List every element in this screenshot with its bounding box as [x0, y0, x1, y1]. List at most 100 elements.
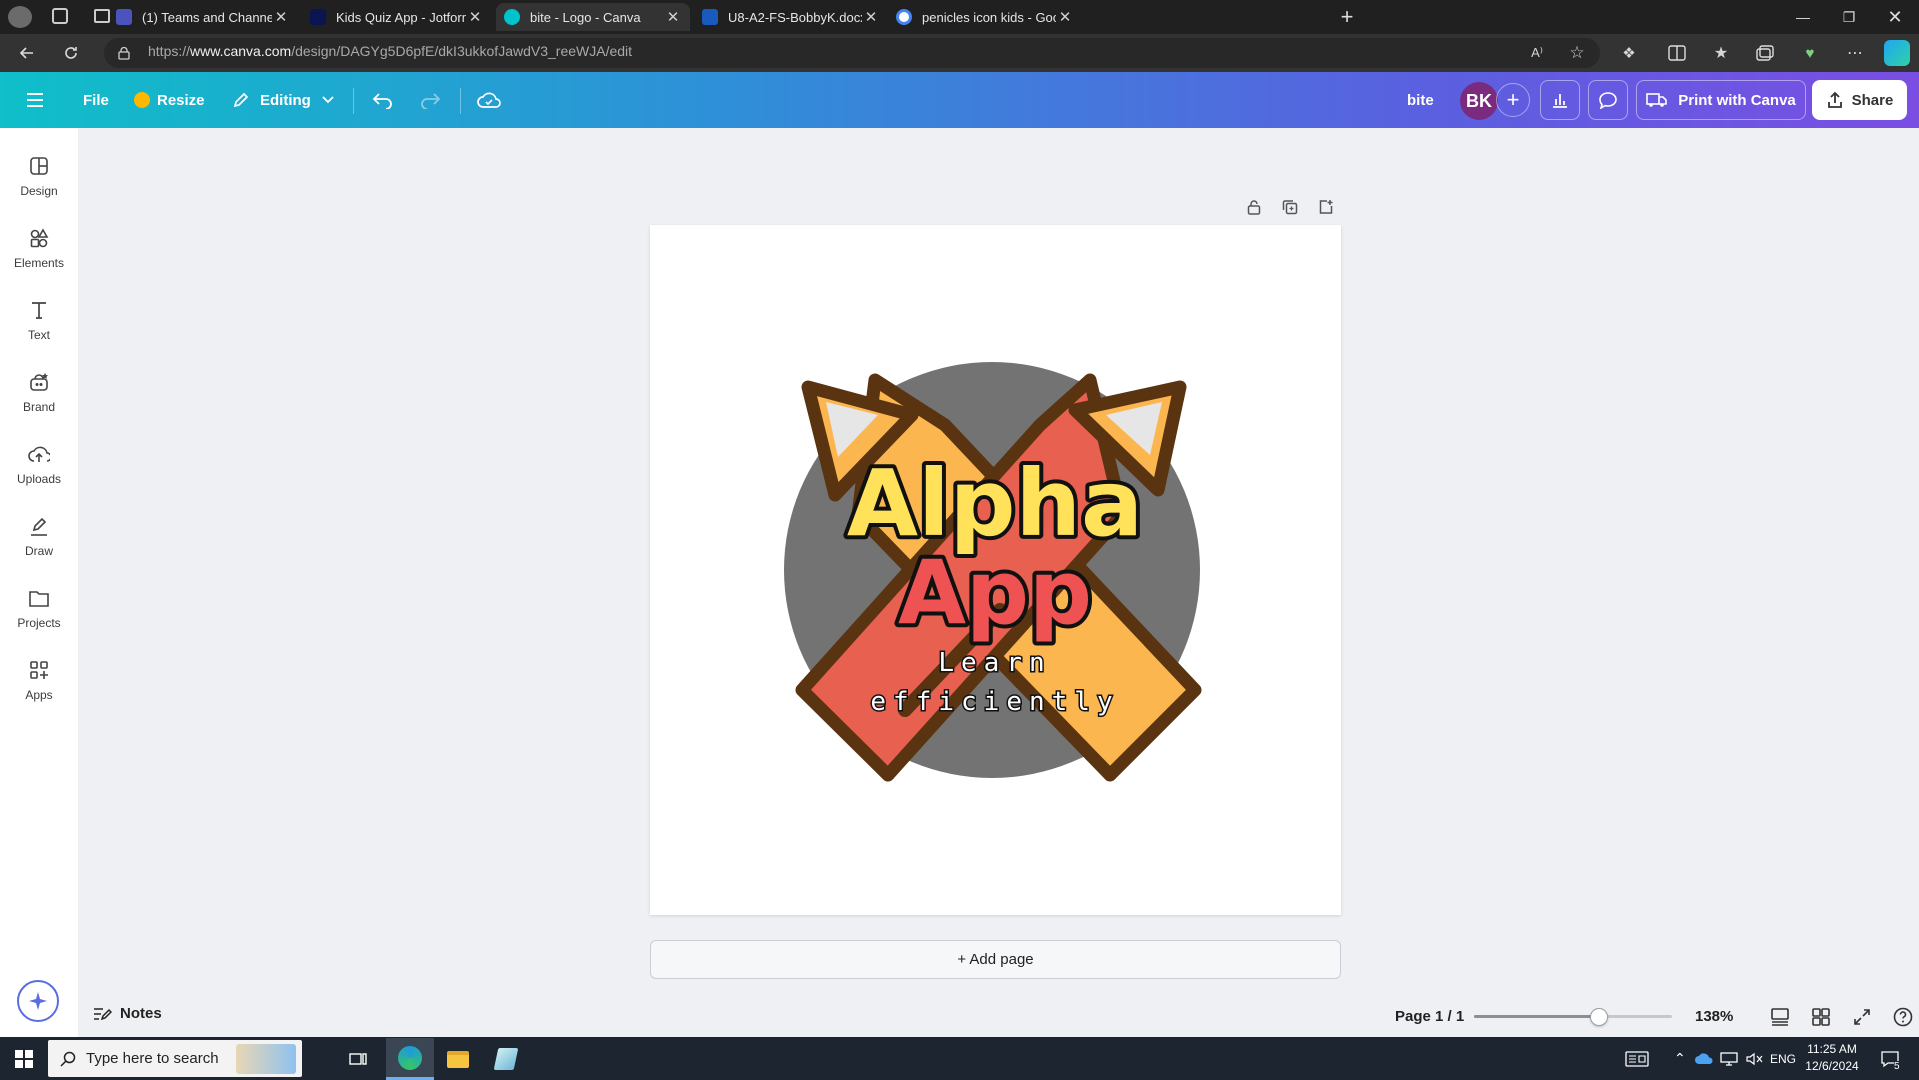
close-tab-icon[interactable]: ✕ — [272, 8, 290, 26]
sidebar-label: Apps — [25, 688, 53, 702]
notification-count: 5 — [1894, 1061, 1900, 1072]
lock-icon[interactable] — [118, 46, 130, 60]
input-language[interactable]: ENG — [1770, 1037, 1796, 1080]
apps-icon — [27, 658, 51, 682]
sidebar-item-uploads[interactable]: Uploads — [0, 436, 78, 496]
copilot-icon[interactable] — [1884, 40, 1910, 66]
file-menu-button[interactable]: File — [83, 72, 109, 128]
browser-tab[interactable]: penicles icon kids - Google Search✕ — [888, 3, 1082, 31]
favorites-icon[interactable]: ★ — [1710, 42, 1732, 64]
lock-page-icon[interactable] — [1243, 196, 1265, 218]
help-icon[interactable] — [1891, 1005, 1915, 1029]
page-view-icon[interactable] — [1768, 1005, 1792, 1029]
notes-label: Notes — [120, 1005, 162, 1022]
page-indicator[interactable]: Page 1 / 1 — [1395, 1008, 1464, 1025]
add-page-icon[interactable] — [1315, 196, 1337, 218]
taskbar-search-input[interactable]: Type here to search — [48, 1040, 302, 1077]
zoom-level[interactable]: 138% — [1695, 1008, 1733, 1025]
cloud-save-icon[interactable] — [477, 72, 501, 128]
collections-icon[interactable] — [1754, 42, 1776, 64]
browser-essentials-icon[interactable]: ♥ — [1799, 42, 1821, 64]
address-bar-row: https://www.canva.com/design/DAGYg5D6pfE… — [0, 34, 1919, 72]
avatar[interactable]: BK — [1460, 82, 1498, 120]
sidebar-label: Design — [20, 184, 58, 198]
print-with-canva-button[interactable]: Print with Canva — [1636, 80, 1806, 120]
magic-assistant-button[interactable] — [17, 980, 59, 1022]
browser-profile-icon[interactable] — [8, 6, 32, 28]
menu-hamburger-icon[interactable] — [26, 72, 50, 128]
text-icon — [27, 298, 51, 322]
sidebar-item-apps[interactable]: Apps — [0, 652, 78, 712]
undo-button[interactable] — [372, 72, 394, 128]
zoom-slider[interactable] — [1474, 1008, 1672, 1026]
crown-icon — [134, 92, 150, 108]
redo-button[interactable] — [419, 72, 441, 128]
new-tab-button[interactable]: + — [1324, 0, 1370, 34]
close-tab-icon[interactable]: ✕ — [466, 8, 484, 26]
system-clock[interactable]: 11:25 AM 12/6/2024 — [1794, 1041, 1870, 1075]
volume-muted-icon[interactable] — [1746, 1037, 1764, 1080]
resize-button[interactable]: Resize — [134, 72, 205, 128]
design-page[interactable]: Alpha App Learn efficiently — [650, 225, 1341, 915]
task-view-icon[interactable] — [334, 1038, 382, 1080]
header-divider — [353, 88, 354, 114]
browser-tab[interactable]: bite - Logo - Canva ✕ — [496, 3, 690, 31]
add-page-button[interactable]: + Add page — [650, 940, 1341, 979]
refresh-button[interactable] — [56, 38, 86, 68]
duplicate-page-icon[interactable] — [1279, 196, 1301, 218]
notifications-icon[interactable]: 5 — [1880, 1037, 1900, 1080]
onedrive-icon[interactable] — [1694, 1037, 1714, 1080]
extensions-icon[interactable]: ❖ — [1618, 42, 1640, 64]
clock-date: 12/6/2024 — [1805, 1059, 1859, 1073]
zoom-slider-thumb[interactable] — [1589, 1008, 1608, 1026]
back-button[interactable] — [12, 38, 42, 68]
read-aloud-icon[interactable]: A⁾ — [1526, 42, 1548, 64]
show-hidden-icons-icon[interactable]: ⌃ — [1674, 1037, 1686, 1080]
comments-button[interactable] — [1588, 80, 1628, 120]
design-title[interactable]: bite — [1407, 72, 1434, 128]
close-window-button[interactable]: ✕ — [1872, 0, 1918, 34]
split-screen-icon[interactable] — [1666, 42, 1688, 64]
browser-tab[interactable]: (1) Teams and Channels | General✕ — [108, 3, 298, 31]
close-tab-icon[interactable]: ✕ — [664, 8, 682, 26]
search-placeholder: Type here to search — [86, 1050, 219, 1067]
taskbar-app-icon[interactable] — [482, 1038, 530, 1080]
sidebar-item-text[interactable]: Text — [0, 292, 78, 352]
canva-icon — [504, 9, 520, 25]
workspaces-icon[interactable] — [52, 8, 68, 24]
notes-button[interactable]: Notes — [92, 1005, 162, 1022]
taskbar-file-explorer-icon[interactable] — [434, 1038, 482, 1080]
minimize-button[interactable]: — — [1780, 0, 1826, 34]
header-divider — [460, 88, 461, 114]
browser-tab[interactable]: Kids Quiz App - Jotform App Builder✕ — [302, 3, 492, 31]
grid-view-icon[interactable] — [1809, 1005, 1833, 1029]
bar-chart-icon — [1553, 94, 1567, 108]
sidebar-item-projects[interactable]: Projects — [0, 580, 78, 640]
settings-more-icon[interactable]: ⋯ — [1844, 42, 1866, 64]
add-collaborator-button[interactable]: + — [1496, 83, 1530, 117]
taskbar-edge-icon[interactable] — [386, 1038, 434, 1080]
jotform-icon — [310, 9, 326, 25]
sidebar-item-brand[interactable]: Brand — [0, 364, 78, 424]
browser-tab[interactable]: U8-A2-FS-BobbyK.docx ✕ — [694, 3, 888, 31]
fullscreen-icon[interactable] — [1850, 1005, 1874, 1029]
share-button[interactable]: Share — [1812, 80, 1907, 120]
editing-mode-button[interactable]: Editing — [232, 72, 335, 128]
sidebar-item-draw[interactable]: Draw — [0, 508, 78, 568]
print-label: Print with Canva — [1678, 91, 1796, 109]
news-widget-icon[interactable] — [1625, 1037, 1649, 1080]
sidebar-label: Brand — [22, 400, 56, 414]
close-tab-icon[interactable]: ✕ — [862, 8, 880, 26]
network-icon[interactable] — [1720, 1037, 1738, 1080]
favorite-star-icon[interactable]: ☆ — [1566, 42, 1588, 64]
windows-start-icon[interactable] — [0, 1038, 48, 1080]
sidebar-item-design[interactable]: Design — [0, 148, 78, 208]
url-text: https://www.canva.com/design/DAGYg5D6pfE… — [148, 43, 633, 59]
alpha-app-logo[interactable]: Alpha App Learn efficiently — [650, 225, 1341, 915]
close-tab-icon[interactable]: ✕ — [1056, 8, 1074, 26]
google-icon — [896, 9, 912, 25]
undo-icon — [372, 93, 392, 109]
sidebar-item-elements[interactable]: Elements — [0, 220, 78, 280]
restore-button[interactable]: ❐ — [1826, 0, 1872, 34]
insights-button[interactable] — [1540, 80, 1580, 120]
